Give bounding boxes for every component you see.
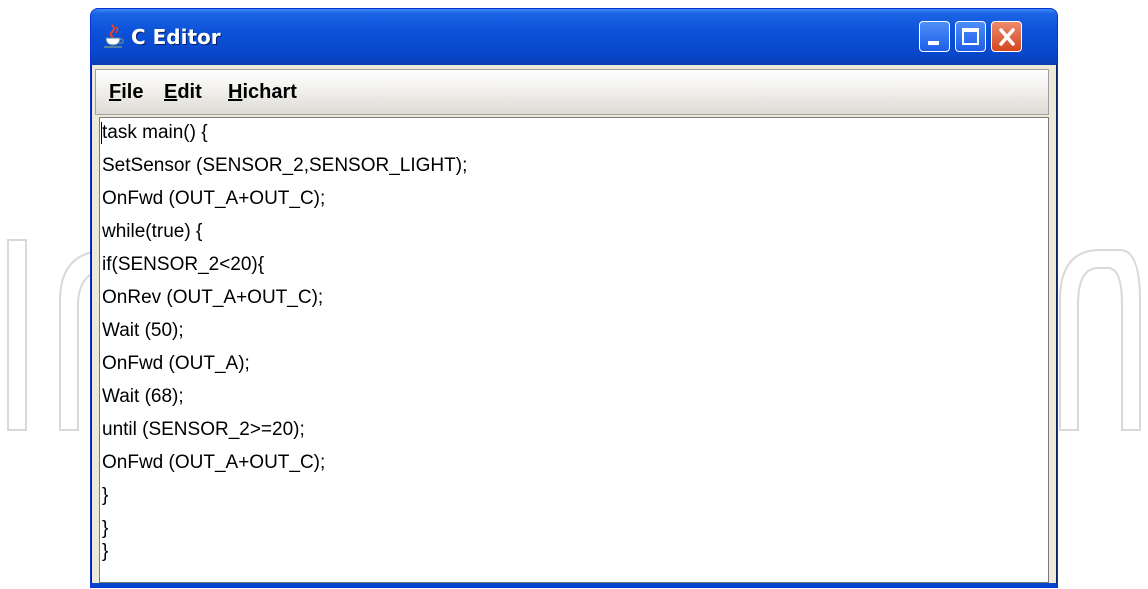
code-line: SetSensor (SENSOR_2,SENSOR_LIGHT); — [102, 155, 468, 176]
menu-file[interactable]: File — [109, 81, 143, 104]
code-line: OnFwd (OUT_A+OUT_C); — [102, 188, 326, 209]
menu-edit[interactable]: Edit — [164, 81, 202, 104]
window-title: C Editor — [131, 25, 221, 49]
code-line: } — [102, 485, 109, 506]
code-line: while(true) { — [102, 221, 203, 242]
code-line: Wait (50); — [102, 320, 184, 341]
code-line: OnFwd (OUT_A+OUT_C); — [102, 452, 326, 473]
code-line: until (SENSOR_2>=20); — [102, 419, 305, 440]
code-line: OnFwd (OUT_A); — [102, 353, 250, 374]
code-line: Wait (68); — [102, 386, 184, 407]
maximize-icon — [962, 28, 979, 45]
code-line: } — [102, 541, 109, 562]
maximize-button[interactable] — [955, 21, 986, 52]
code-line: task main() { — [102, 122, 208, 143]
code-line: OnRev (OUT_A+OUT_C); — [102, 287, 324, 308]
minimize-button[interactable] — [919, 21, 950, 52]
close-icon — [999, 28, 1015, 46]
code-line: if(SENSOR_2<20){ — [102, 254, 265, 275]
menu-bar: File Edit Hichart — [95, 69, 1049, 115]
editor-window: C Editor File Edit Hichart task main() {… — [90, 8, 1058, 588]
title-bar[interactable]: C Editor — [91, 9, 1057, 65]
minimize-icon — [928, 41, 939, 45]
java-cup-icon — [104, 24, 124, 48]
code-line: } — [102, 518, 109, 539]
close-button[interactable] — [991, 21, 1022, 52]
window-bottom-border — [91, 583, 1057, 587]
code-text-area[interactable]: task main() { SetSensor (SENSOR_2,SENSOR… — [99, 117, 1049, 583]
menu-hichart[interactable]: Hichart — [228, 81, 297, 104]
